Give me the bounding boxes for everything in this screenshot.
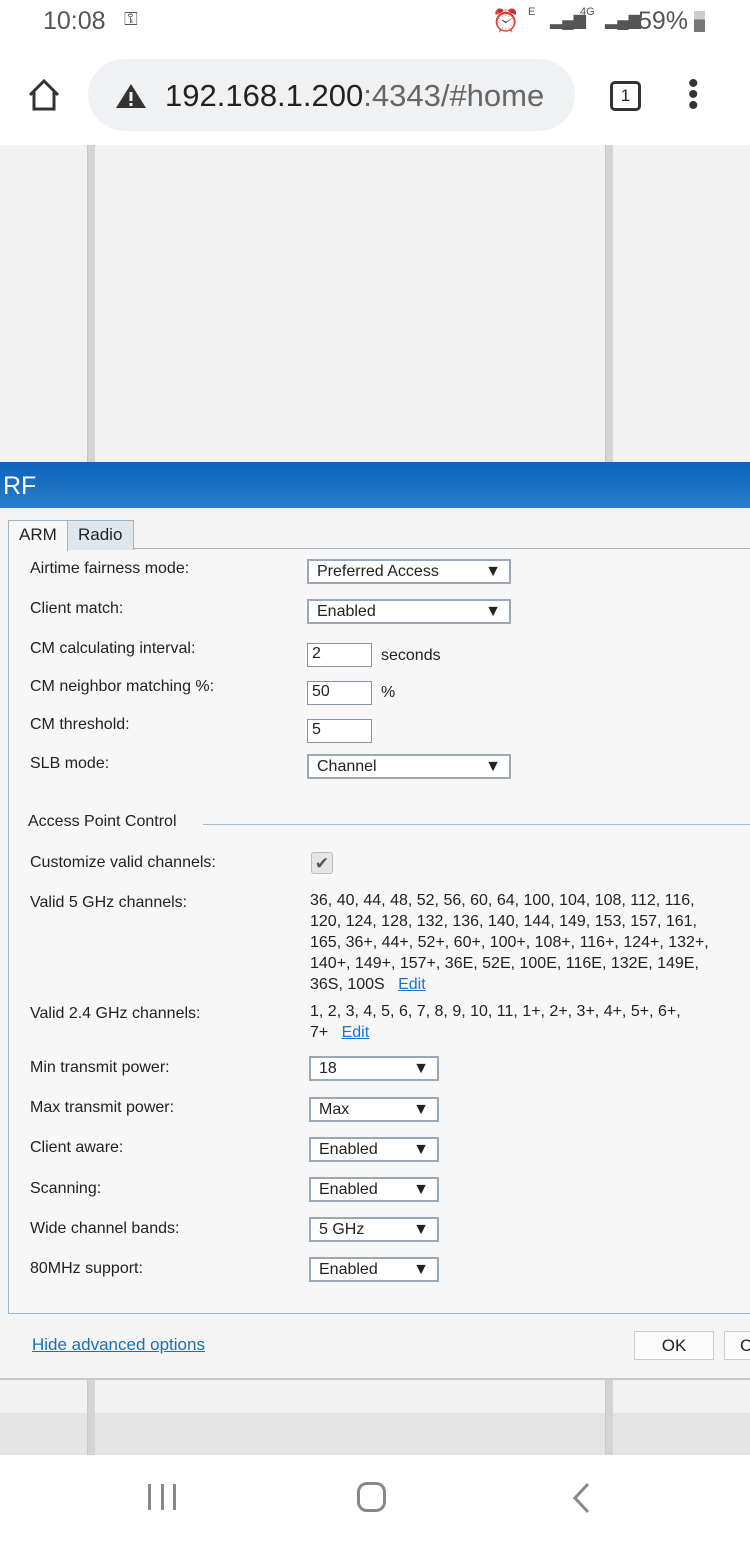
page-footer-band xyxy=(0,1413,750,1455)
divider xyxy=(87,1380,95,1455)
scanning-label: Scanning: xyxy=(30,1180,102,1197)
url-host: 192.168.1.200 xyxy=(165,78,364,113)
max-power-select[interactable]: Max ▼ xyxy=(309,1097,439,1122)
android-nav-bar xyxy=(0,1455,750,1541)
divider xyxy=(605,1380,613,1455)
tab-arm[interactable]: ARM xyxy=(8,520,68,551)
selected-value: Enabled xyxy=(319,1180,378,1198)
signal-icon-2: ▂▄▆ xyxy=(605,12,641,29)
valid-24ghz-channels: 1, 2, 3, 4, 5, 6, 7, 8, 9, 10, 11, 1+, 2… xyxy=(310,1001,710,1043)
alarm-icon: ⏰ xyxy=(492,8,520,33)
dialog-title-bar: RF xyxy=(0,462,750,508)
client-match-select[interactable]: Enabled ▼ xyxy=(307,599,511,624)
selected-value: 18 xyxy=(319,1059,337,1077)
airtime-fairness-label: Airtime fairness mode: xyxy=(30,560,190,577)
valid-24ghz-label: Valid 2.4 GHz channels: xyxy=(30,1005,201,1022)
home-icon[interactable] xyxy=(26,77,62,113)
status-bar: 10:08 ⚿ ⏰ E ▂▄▆ 4G ▂▄▆ 59% xyxy=(0,0,750,45)
customize-channels-label: Customize valid channels: xyxy=(30,854,216,871)
dropdown-arrow-icon: ▼ xyxy=(485,757,501,775)
tab-radio[interactable]: Radio xyxy=(67,520,134,550)
clock: 10:08 xyxy=(43,7,106,35)
selected-value: Enabled xyxy=(319,1260,378,1278)
divider xyxy=(87,145,95,462)
selected-value: Preferred Access xyxy=(317,562,439,580)
min-power-select[interactable]: 18 ▼ xyxy=(309,1056,439,1081)
dropdown-arrow-icon: ▼ xyxy=(485,562,501,580)
cm-interval-label: CM calculating interval: xyxy=(30,640,196,657)
customize-channels-checkbox[interactable]: ✔ xyxy=(311,852,333,874)
mhz80-select[interactable]: Enabled ▼ xyxy=(309,1257,439,1282)
ok-button[interactable]: OK xyxy=(634,1331,714,1360)
selected-value: Enabled xyxy=(319,1140,378,1158)
cm-neighbor-input[interactable]: 50 xyxy=(307,681,372,705)
edit-5ghz-link[interactable]: Edit xyxy=(398,976,426,993)
airtime-fairness-select[interactable]: Preferred Access ▼ xyxy=(307,559,511,584)
back-icon[interactable] xyxy=(570,1482,592,1514)
page-background-bottom xyxy=(0,1380,750,1455)
valid-5ghz-label: Valid 5 GHz channels: xyxy=(30,894,188,911)
recent-apps-icon[interactable] xyxy=(148,1484,176,1510)
client-aware-label: Client aware: xyxy=(30,1139,124,1156)
valid-5ghz-channels: 36, 40, 44, 48, 52, 56, 60, 64, 100, 104… xyxy=(310,890,730,995)
dropdown-arrow-icon: ▼ xyxy=(485,602,501,620)
slb-mode-select[interactable]: Channel ▼ xyxy=(307,754,511,779)
dropdown-arrow-icon: ▼ xyxy=(413,1100,429,1118)
browser-toolbar: 192.168.1.200:4343/#home 1 • • • xyxy=(0,45,750,145)
dropdown-arrow-icon: ▼ xyxy=(413,1260,429,1278)
home-nav-icon[interactable] xyxy=(357,1482,386,1512)
cm-threshold-label: CM threshold: xyxy=(30,716,130,733)
cm-interval-input[interactable]: 2 xyxy=(307,643,372,667)
network-type: E xyxy=(528,6,536,18)
tab-switcher-button[interactable]: 1 xyxy=(610,81,641,111)
edit-24ghz-link[interactable]: Edit xyxy=(342,1024,370,1041)
menu-icon[interactable]: • • • xyxy=(688,69,699,121)
mhz80-label: 80MHz support: xyxy=(30,1260,143,1277)
min-power-label: Min transmit power: xyxy=(30,1059,170,1076)
dropdown-arrow-icon: ▼ xyxy=(413,1180,429,1198)
cancel-button[interactable]: C xyxy=(724,1331,750,1360)
section-title: Access Point Control xyxy=(28,813,177,830)
battery-icon xyxy=(694,11,705,32)
url-path: :4343/#home xyxy=(363,78,545,113)
slb-mode-label: SLB mode: xyxy=(30,755,110,772)
dialog-title: RF xyxy=(3,472,37,500)
network-4g: 4G xyxy=(580,6,595,18)
dropdown-arrow-icon: ▼ xyxy=(413,1059,429,1077)
client-match-label: Client match: xyxy=(30,600,124,617)
cm-neighbor-unit: % xyxy=(381,684,396,701)
cm-interval-unit: seconds xyxy=(381,647,441,664)
page-background xyxy=(0,145,750,462)
hide-advanced-link[interactable]: Hide advanced options xyxy=(32,1335,205,1355)
dropdown-arrow-icon: ▼ xyxy=(413,1140,429,1158)
divider xyxy=(605,145,613,462)
cm-neighbor-label: CM neighbor matching %: xyxy=(30,678,215,695)
cm-threshold-input[interactable]: 5 xyxy=(307,719,372,743)
vpn-key-icon: ⚿ xyxy=(124,9,138,29)
client-aware-select[interactable]: Enabled ▼ xyxy=(309,1137,439,1162)
selected-value: Enabled xyxy=(317,602,376,620)
section-divider xyxy=(203,824,750,825)
scanning-select[interactable]: Enabled ▼ xyxy=(309,1177,439,1202)
address-bar[interactable]: 192.168.1.200:4343/#home xyxy=(88,59,575,131)
dropdown-arrow-icon: ▼ xyxy=(413,1220,429,1238)
valid-5ghz-value: 36, 40, 44, 48, 52, 56, 60, 64, 100, 104… xyxy=(310,892,709,993)
warning-icon xyxy=(116,84,146,108)
wide-bands-select[interactable]: 5 GHz ▼ xyxy=(309,1217,439,1242)
wide-bands-label: Wide channel bands: xyxy=(30,1220,180,1237)
selected-value: 5 GHz xyxy=(319,1220,365,1238)
selected-value: Channel xyxy=(317,757,377,775)
max-power-label: Max transmit power: xyxy=(30,1099,175,1116)
battery-level: 59% xyxy=(638,7,689,35)
selected-value: Max xyxy=(319,1100,350,1118)
